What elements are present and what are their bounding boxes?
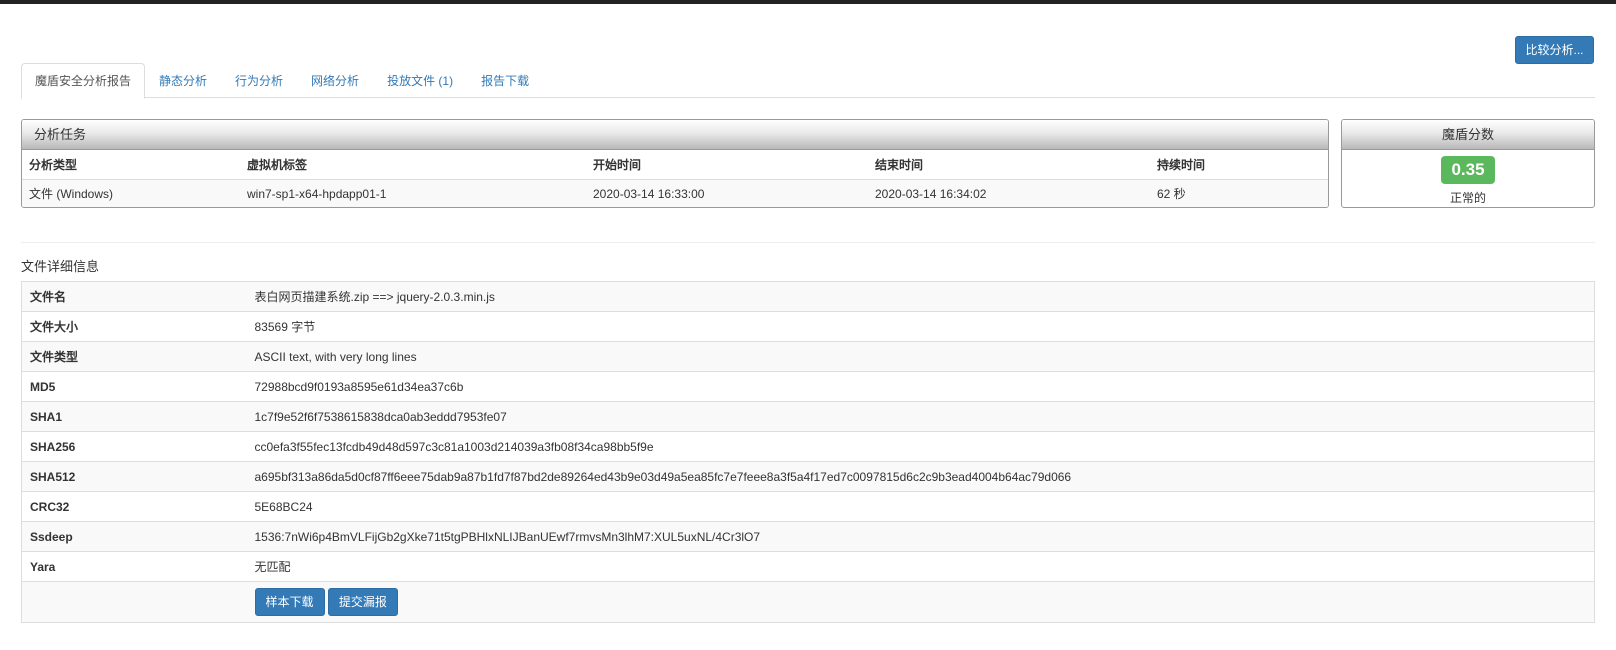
row-key-md5: MD5: [21, 371, 255, 402]
top-border: [0, 0, 1616, 4]
row-key-filename: 文件名: [21, 281, 255, 312]
table-row: CRC32 5E68BC24: [21, 491, 1595, 522]
row-value-md5: 72988bcd9f0193a8595e61d34ea37c6b: [254, 371, 1595, 402]
analysis-type-value: 文件 (Windows): [22, 179, 240, 207]
sample-download-button[interactable]: 样本下载: [254, 588, 325, 616]
col-end-time: 结束时间: [868, 150, 1150, 180]
score-badge: 0.35: [1441, 156, 1495, 184]
report-tabs: 魔盾安全分析报告 静态分析 行为分析 网络分析 投放文件 (1) 报告下载: [21, 63, 1595, 99]
row-key-sha1: SHA1: [21, 401, 255, 432]
score-verdict: 正常的: [1449, 191, 1486, 205]
submit-false-negative-button[interactable]: 提交漏报: [327, 588, 398, 616]
analysis-task-panel: 分析任务 分析类型 虚拟机标签 开始时间 结束时间 持续时间 文件 (Windo…: [21, 119, 1329, 208]
row-key-filesize: 文件大小: [21, 311, 255, 342]
row-value-ssdeep: 1536:7nWi6p4BmVLFijGb2gXke71t5tgPBHlxNLI…: [254, 521, 1595, 552]
row-value-filesize: 83569 字节: [254, 311, 1595, 342]
tab-behavior-analysis[interactable]: 行为分析: [221, 63, 297, 98]
row-value-crc32: 5E68BC24: [254, 491, 1595, 522]
tab-network-analysis[interactable]: 网络分析: [297, 63, 373, 98]
duration-value: 62 秒: [1150, 179, 1328, 207]
tab-security-report[interactable]: 魔盾安全分析报告: [21, 63, 146, 99]
vm-label-value: win7-sp1-x64-hpdapp01-1: [240, 179, 586, 207]
score-body: 0.35 正常的: [1342, 150, 1594, 206]
row-value-filename: 表白网页描建系统.zip ==> jquery-2.0.3.min.js: [254, 281, 1595, 312]
col-duration: 持续时间: [1150, 150, 1328, 180]
row-key-sha256: SHA256: [21, 431, 255, 462]
row-key-sha512: SHA512: [21, 461, 255, 492]
compare-analysis-button[interactable]: 比较分析...: [1515, 36, 1594, 64]
col-vm-label: 虚拟机标签: [240, 150, 586, 180]
file-details-title: 文件详细信息: [21, 259, 100, 274]
table-row: 文件大小 83569 字节: [21, 311, 1595, 342]
score-panel: 魔盾分数 0.35 正常的: [1341, 119, 1595, 208]
row-value-sha512: a695bf313a86da5d0cf87ff6eee75dab9a87b1fd…: [254, 461, 1595, 492]
table-row: Yara 无匹配: [21, 551, 1595, 582]
tab-static-analysis[interactable]: 静态分析: [145, 63, 221, 98]
analysis-task-title: 分析任务: [22, 120, 1328, 150]
table-row: SHA512 a695bf313a86da5d0cf87ff6eee75dab9…: [21, 461, 1595, 492]
end-time-value: 2020-03-14 16:34:02: [868, 179, 1150, 207]
tab-dropped-files[interactable]: 投放文件 (1): [373, 63, 467, 98]
table-row: 文件类型 ASCII text, with very long lines: [21, 341, 1595, 372]
row-key-filetype: 文件类型: [21, 341, 255, 372]
actions-row: 样本下载 提交漏报: [21, 581, 1595, 623]
table-row: SHA256 cc0efa3f55fec13fcdb49d48d597c3c81…: [21, 431, 1595, 462]
section-divider: [21, 242, 1595, 243]
col-analysis-type: 分析类型: [22, 150, 240, 180]
row-value-yara: 无匹配: [254, 551, 1595, 582]
table-row: 文件名 表白网页描建系统.zip ==> jquery-2.0.3.min.js: [21, 281, 1595, 312]
actions-cell: 样本下载 提交漏报: [254, 581, 1595, 623]
task-header-row: 分析类型 虚拟机标签 开始时间 结束时间 持续时间: [22, 150, 1328, 180]
row-value-sha1: 1c7f9e52f6f7538615838dca0ab3eddd7953fe07: [254, 401, 1595, 432]
col-start-time: 开始时间: [586, 150, 868, 180]
table-row: Ssdeep 1536:7nWi6p4BmVLFijGb2gXke71t5tgP…: [21, 521, 1595, 552]
table-row: MD5 72988bcd9f0193a8595e61d34ea37c6b: [21, 371, 1595, 402]
row-key-yara: Yara: [21, 551, 255, 582]
row-value-filetype: ASCII text, with very long lines: [254, 341, 1595, 372]
score-title: 魔盾分数: [1342, 120, 1594, 150]
tab-report-download[interactable]: 报告下载: [467, 63, 543, 98]
actions-spacer: [21, 581, 255, 623]
row-key-ssdeep: Ssdeep: [21, 521, 255, 552]
start-time-value: 2020-03-14 16:33:00: [586, 179, 868, 207]
row-key-crc32: CRC32: [21, 491, 255, 522]
table-row: SHA1 1c7f9e52f6f7538615838dca0ab3eddd795…: [21, 401, 1595, 432]
file-details-table: 文件名 表白网页描建系统.zip ==> jquery-2.0.3.min.js…: [21, 281, 1595, 623]
task-row: 文件 (Windows) win7-sp1-x64-hpdapp01-1 202…: [22, 179, 1328, 207]
analysis-task-table: 分析类型 虚拟机标签 开始时间 结束时间 持续时间 文件 (Windows) w…: [22, 150, 1328, 207]
row-value-sha256: cc0efa3f55fec13fcdb49d48d597c3c81a1003d2…: [254, 431, 1595, 462]
